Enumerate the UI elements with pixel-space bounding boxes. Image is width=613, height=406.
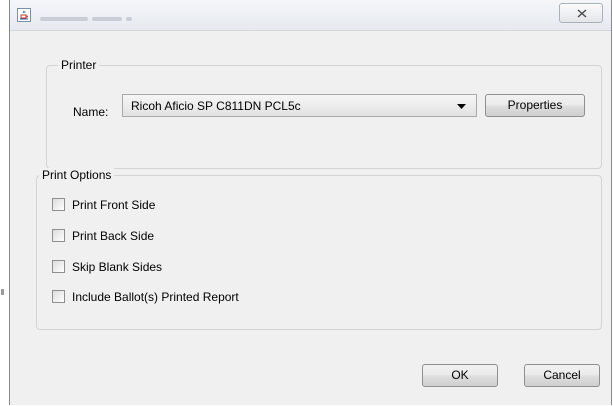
print-options-group-label: Print Options <box>39 168 115 182</box>
chevron-down-icon <box>457 104 466 109</box>
printer-select-value: Ricoh Aficio SP C811DN PCL5c <box>131 99 301 113</box>
print-front-side-label[interactable]: Print Front Side <box>72 198 155 212</box>
printer-group <box>46 65 602 169</box>
printer-name-label: Name: <box>73 105 109 119</box>
cancel-button[interactable]: Cancel <box>524 364 600 387</box>
print-back-side-label[interactable]: Print Back Side <box>72 229 154 243</box>
ok-button[interactable]: OK <box>422 364 498 387</box>
printer-group-label: Printer <box>58 58 100 72</box>
print-front-side-checkbox[interactable] <box>52 198 65 211</box>
include-ballot-report-label[interactable]: Include Ballot(s) Printed Report <box>72 290 239 304</box>
printer-select[interactable]: Ricoh Aficio SP C811DN PCL5c <box>122 94 477 117</box>
title-bar[interactable] <box>10 0 611 31</box>
background-window-marker <box>1 289 4 295</box>
background-window-edge <box>0 0 3 406</box>
window-title-obscured <box>40 11 170 21</box>
close-button[interactable] <box>559 3 603 23</box>
java-cup-icon <box>17 8 31 22</box>
print-back-side-checkbox[interactable] <box>52 229 65 242</box>
include-ballot-report-checkbox[interactable] <box>52 290 65 303</box>
properties-button[interactable]: Properties <box>485 94 585 117</box>
print-dialog: Printer Name: Ricoh Aficio SP C811DN PCL… <box>9 0 612 405</box>
skip-blank-sides-checkbox[interactable] <box>52 260 65 273</box>
close-icon <box>577 9 587 18</box>
dialog-content: Printer Name: Ricoh Aficio SP C811DN PCL… <box>10 31 611 405</box>
skip-blank-sides-label[interactable]: Skip Blank Sides <box>72 260 162 274</box>
